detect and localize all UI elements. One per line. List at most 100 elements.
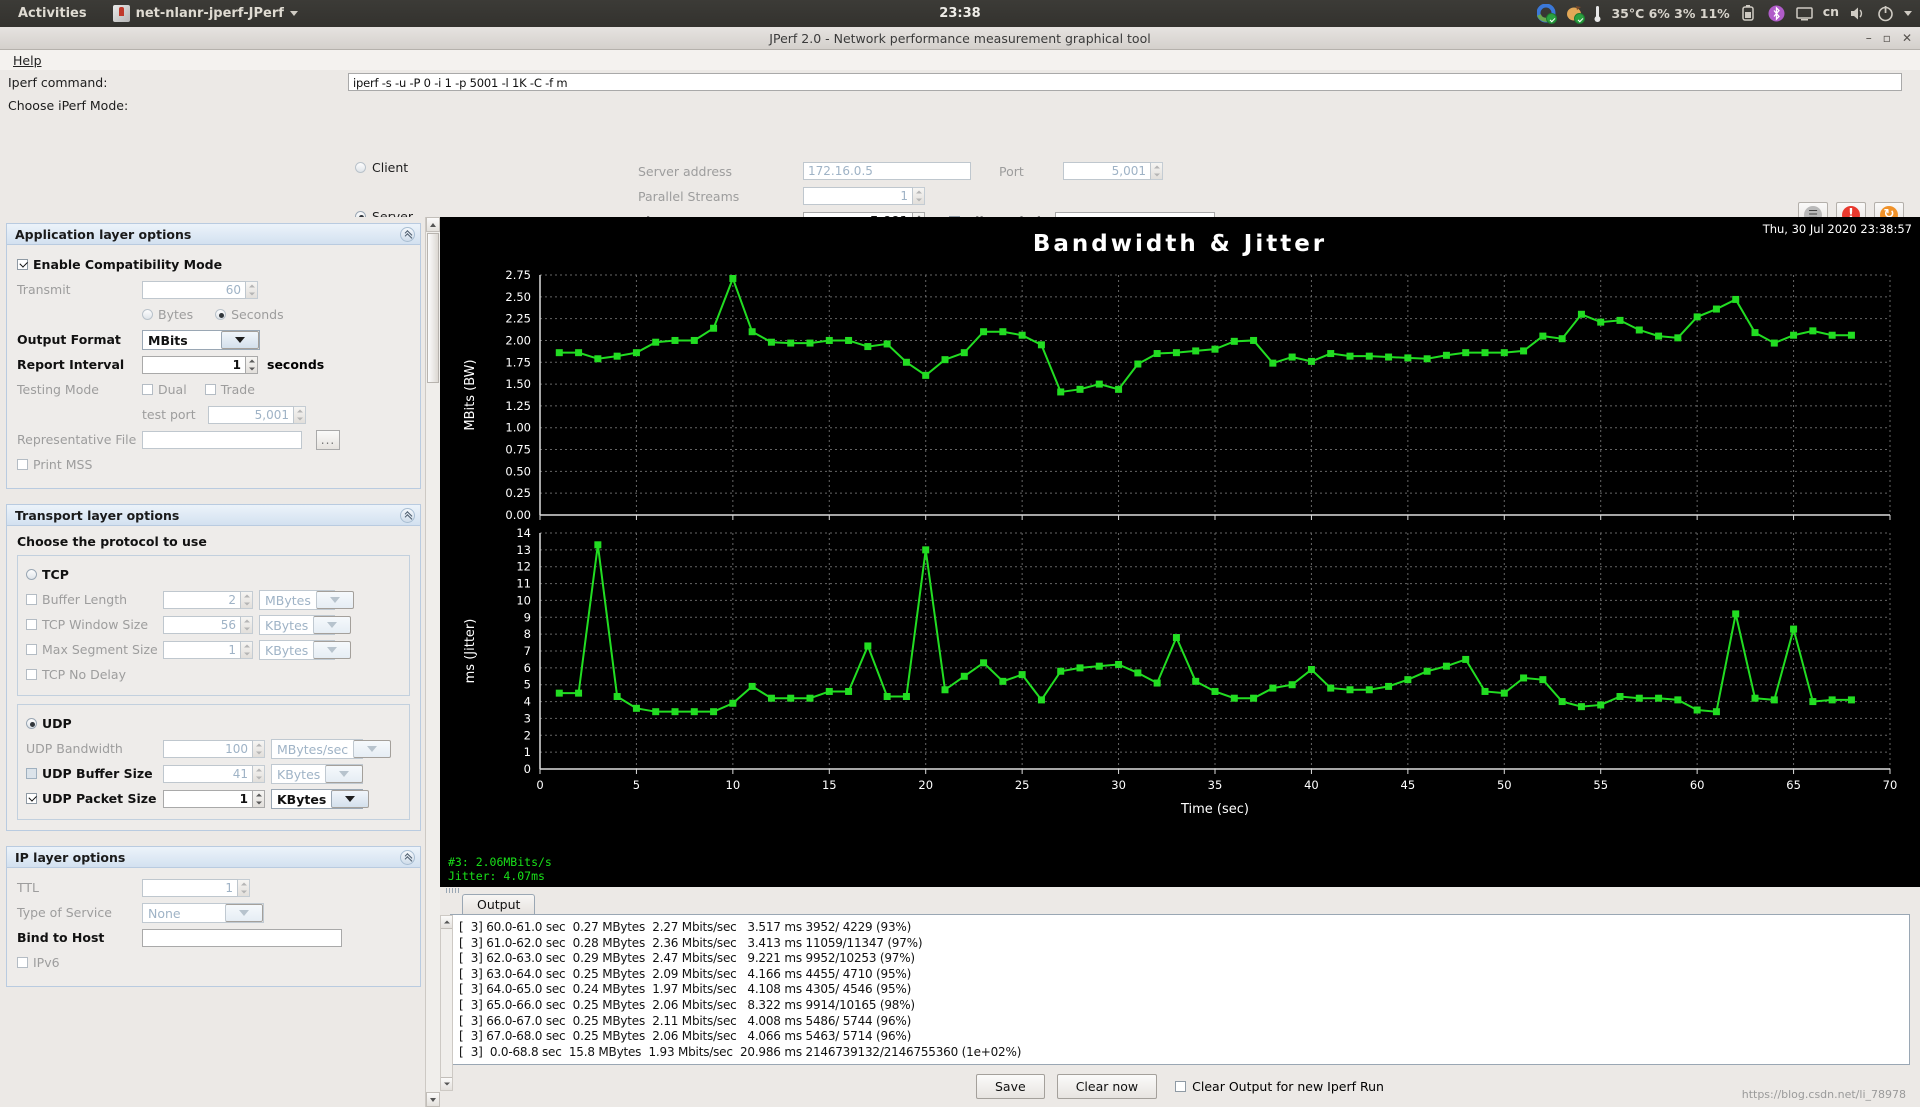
bind-host-input[interactable] <box>142 928 342 947</box>
radio-bytes[interactable]: Bytes <box>142 307 193 322</box>
udp-bandwidth-input[interactable]: 100 <box>163 739 253 758</box>
keyboard-layout-indicator[interactable]: cn <box>1823 4 1839 23</box>
activities-button[interactable]: Activities <box>10 3 95 24</box>
ipv6-row[interactable]: IPv6 <box>17 951 410 974</box>
buffer-length-input[interactable]: 2 <box>163 590 241 609</box>
chevron-down-icon[interactable] <box>221 330 259 349</box>
pane-splitter[interactable] <box>440 887 1920 894</box>
mss-checkbox[interactable]: Max Segment Size <box>26 642 163 657</box>
tcp-nodelay-row[interactable]: TCP No Delay <box>26 663 401 686</box>
chevron-down-icon[interactable] <box>313 640 352 659</box>
output-log-line: [ 3] 65.0-66.0 sec 0.25 MBytes 2.06 Mbit… <box>459 997 915 1012</box>
ttl-input[interactable]: 1 <box>142 878 238 897</box>
ip-layer-header[interactable]: IP layer options <box>7 847 420 868</box>
port-input[interactable]: 5,001 <box>1063 162 1151 180</box>
scroll-up-button[interactable] <box>426 217 440 232</box>
udp-packet-spinner[interactable]: 1 <box>163 789 265 808</box>
output-scroll-down[interactable] <box>441 1077 452 1090</box>
parallel-streams-input[interactable]: 1 <box>803 187 913 205</box>
chevron-down-icon[interactable] <box>313 615 352 634</box>
chevron-down-icon[interactable] <box>353 739 392 758</box>
tcp-radio-row[interactable]: TCP <box>26 563 401 586</box>
print-mss-row[interactable]: Print MSS <box>17 453 410 476</box>
udp-buffer-spinner[interactable]: 41 <box>163 764 265 783</box>
test-port-input[interactable]: 5,001 <box>208 405 294 424</box>
udp-buffer-unit-combo[interactable]: KBytes <box>271 763 364 784</box>
udp-packet-unit-combo[interactable]: KBytes <box>271 788 370 809</box>
mss-unit-combo[interactable]: KBytes <box>259 639 352 660</box>
collapse-icon[interactable] <box>400 507 415 523</box>
udp-buffer-checkbox[interactable]: UDP Buffer Size <box>26 766 163 781</box>
transport-layer-header[interactable]: Transport layer options <box>7 505 420 526</box>
battery-icon[interactable] <box>1739 4 1758 23</box>
scroll-down-button[interactable] <box>426 1092 440 1107</box>
buffer-length-unit-combo[interactable]: MBytes <box>259 589 354 610</box>
chevron-down-icon[interactable] <box>315 590 354 609</box>
tcp-window-spinner[interactable]: 56 <box>163 615 253 634</box>
udp-bandwidth-unit-combo[interactable]: MBytes/sec <box>271 738 392 759</box>
udp-packet-check-icon <box>26 793 37 804</box>
browse-button[interactable]: ... <box>316 429 340 450</box>
report-interval-spinner[interactable]: 1 <box>142 355 258 374</box>
maximize-button[interactable]: ▫ <box>1883 32 1891 44</box>
mss-spinner[interactable]: 1 <box>163 640 253 659</box>
sync-ok-icon[interactable] <box>1536 3 1558 24</box>
output-format-combo[interactable]: MBits <box>142 329 260 350</box>
dual-checkbox[interactable]: Dual <box>142 382 187 397</box>
port-spinner[interactable]: 5,001 <box>1063 162 1163 180</box>
test-port-spinner[interactable]: 5,001 <box>208 405 306 424</box>
output-scrollbar[interactable] <box>440 915 453 1091</box>
display-icon[interactable] <box>1795 4 1814 23</box>
parallel-streams-spinner[interactable]: 1 <box>803 187 925 205</box>
udp-radio-row[interactable]: UDP <box>26 712 401 735</box>
shield-ok-icon[interactable] <box>1565 4 1586 24</box>
clear-output-checkbox[interactable]: Clear Output for new Iperf Run <box>1175 1079 1384 1094</box>
udp-bandwidth-spinner[interactable]: 100 <box>163 739 265 758</box>
report-interval-input[interactable]: 1 <box>142 355 246 374</box>
udp-packet-input[interactable]: 1 <box>163 789 253 808</box>
udp-buffer-input[interactable]: 41 <box>163 764 253 783</box>
clock[interactable]: 23:38 <box>939 6 980 21</box>
chevron-down-icon[interactable] <box>325 764 364 783</box>
volume-icon[interactable] <box>1848 4 1867 23</box>
tos-combo[interactable]: None <box>142 902 264 923</box>
tab-output[interactable]: Output <box>462 894 536 914</box>
server-address-input[interactable]: 172.16.0.5 <box>803 162 971 180</box>
close-button[interactable]: ✕ <box>1902 32 1912 44</box>
ttl-spinner[interactable]: 1 <box>142 878 250 897</box>
chevron-down-icon[interactable] <box>1904 11 1912 16</box>
transmit-spinner[interactable]: 60 <box>142 280 258 299</box>
buffer-length-spinner[interactable]: 2 <box>163 590 253 609</box>
mss-label: Max Segment Size <box>42 642 158 657</box>
iperf-command-input[interactable]: iperf -s -u -P 0 -i 1 -p 5001 -l 1K -C -… <box>348 73 1902 91</box>
radio-seconds[interactable]: Seconds <box>215 307 284 322</box>
options-scrollbar[interactable] <box>425 217 440 1107</box>
collapse-icon[interactable] <box>400 226 415 242</box>
buffer-length-checkbox[interactable]: Buffer Length <box>26 592 163 607</box>
chevron-down-icon[interactable] <box>225 903 263 922</box>
power-icon[interactable] <box>1876 4 1895 23</box>
udp-packet-checkbox[interactable]: UDP Packet Size <box>26 791 163 806</box>
enable-compat-row[interactable]: Enable Compatibility Mode <box>17 253 410 276</box>
collapse-icon[interactable] <box>400 849 415 865</box>
tcp-window-checkbox[interactable]: TCP Window Size <box>26 617 163 632</box>
output-scroll-up[interactable] <box>441 916 452 929</box>
clear-now-button[interactable]: Clear now <box>1056 1073 1158 1099</box>
tcp-window-input[interactable]: 56 <box>163 615 241 634</box>
minimize-button[interactable]: – <box>1866 32 1872 44</box>
tcp-window-unit-combo[interactable]: KBytes <box>259 614 352 635</box>
radio-client[interactable]: Client <box>355 160 408 175</box>
parallel-streams-label: Parallel Streams <box>638 188 740 204</box>
menu-help[interactable]: Help <box>8 52 47 69</box>
scrollbar-thumb[interactable] <box>427 233 439 383</box>
output-log[interactable]: [ 3] 60.0-61.0 sec 0.27 MBytes 2.27 Mbit… <box>450 915 1910 1065</box>
save-button[interactable]: Save <box>976 1073 1045 1099</box>
app-menu[interactable]: net-nlanr-jperf-JPerf <box>112 5 298 22</box>
trade-checkbox[interactable]: Trade <box>204 382 255 397</box>
bluetooth-icon[interactable] <box>1767 4 1786 23</box>
chevron-down-icon[interactable] <box>331 789 370 808</box>
application-layer-header[interactable]: Application layer options <box>7 224 420 245</box>
mss-input[interactable]: 1 <box>163 640 241 659</box>
representative-file-input[interactable] <box>142 430 302 449</box>
transmit-input[interactable]: 60 <box>142 280 246 299</box>
